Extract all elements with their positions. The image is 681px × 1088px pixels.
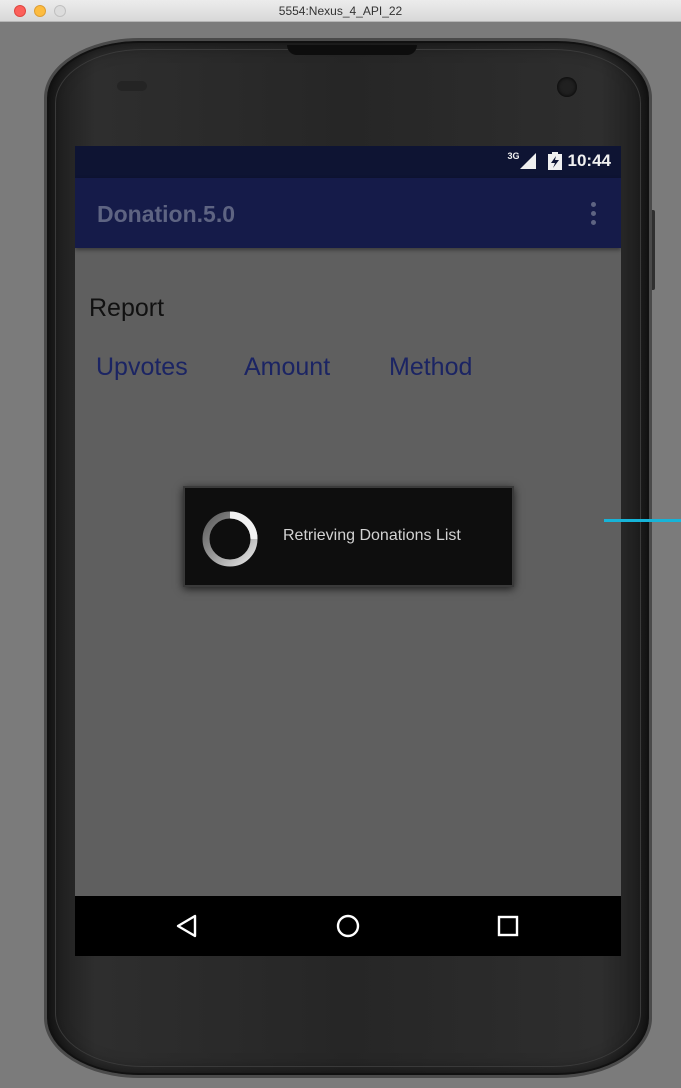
network-type-label: 3G: [507, 151, 520, 161]
status-bar: 3G 10:44: [75, 146, 621, 178]
progress-dialog: Retrieving Donations List: [183, 486, 514, 587]
navigation-bar: [75, 896, 621, 956]
accent-cyan-line: [604, 519, 681, 522]
progress-spinner-icon: [202, 511, 258, 567]
proximity-sensor: [117, 81, 147, 91]
progress-message: Retrieving Donations List: [283, 527, 461, 544]
recents-square-icon[interactable]: [493, 911, 523, 941]
status-icons: 3G 10:44: [507, 151, 611, 171]
front-camera: [557, 77, 577, 97]
home-circle-icon[interactable]: [333, 911, 363, 941]
column-header-upvotes: Upvotes: [96, 353, 188, 381]
status-clock: 10:44: [567, 151, 611, 170]
earpiece-speaker: [287, 45, 417, 55]
report-heading: Report: [89, 294, 165, 322]
window-title: 5554:Nexus_4_API_22: [278, 4, 403, 18]
signal-icon: [519, 153, 536, 169]
column-header-method: Method: [389, 353, 473, 381]
app-toolbar: Donation.5.0: [75, 178, 621, 248]
column-header-amount: Amount: [244, 353, 331, 381]
app-title: Donation.5.0: [97, 201, 236, 227]
back-triangle-icon[interactable]: [172, 911, 202, 941]
overflow-menu-icon[interactable]: [589, 202, 597, 226]
battery-charging-icon: [547, 152, 562, 170]
window-titlebar: 5554:Nexus_4_API_22: [0, 0, 681, 22]
device-screen: 3G 10:44 Donation.5.0 Report Upvotes Amo…: [75, 146, 621, 956]
